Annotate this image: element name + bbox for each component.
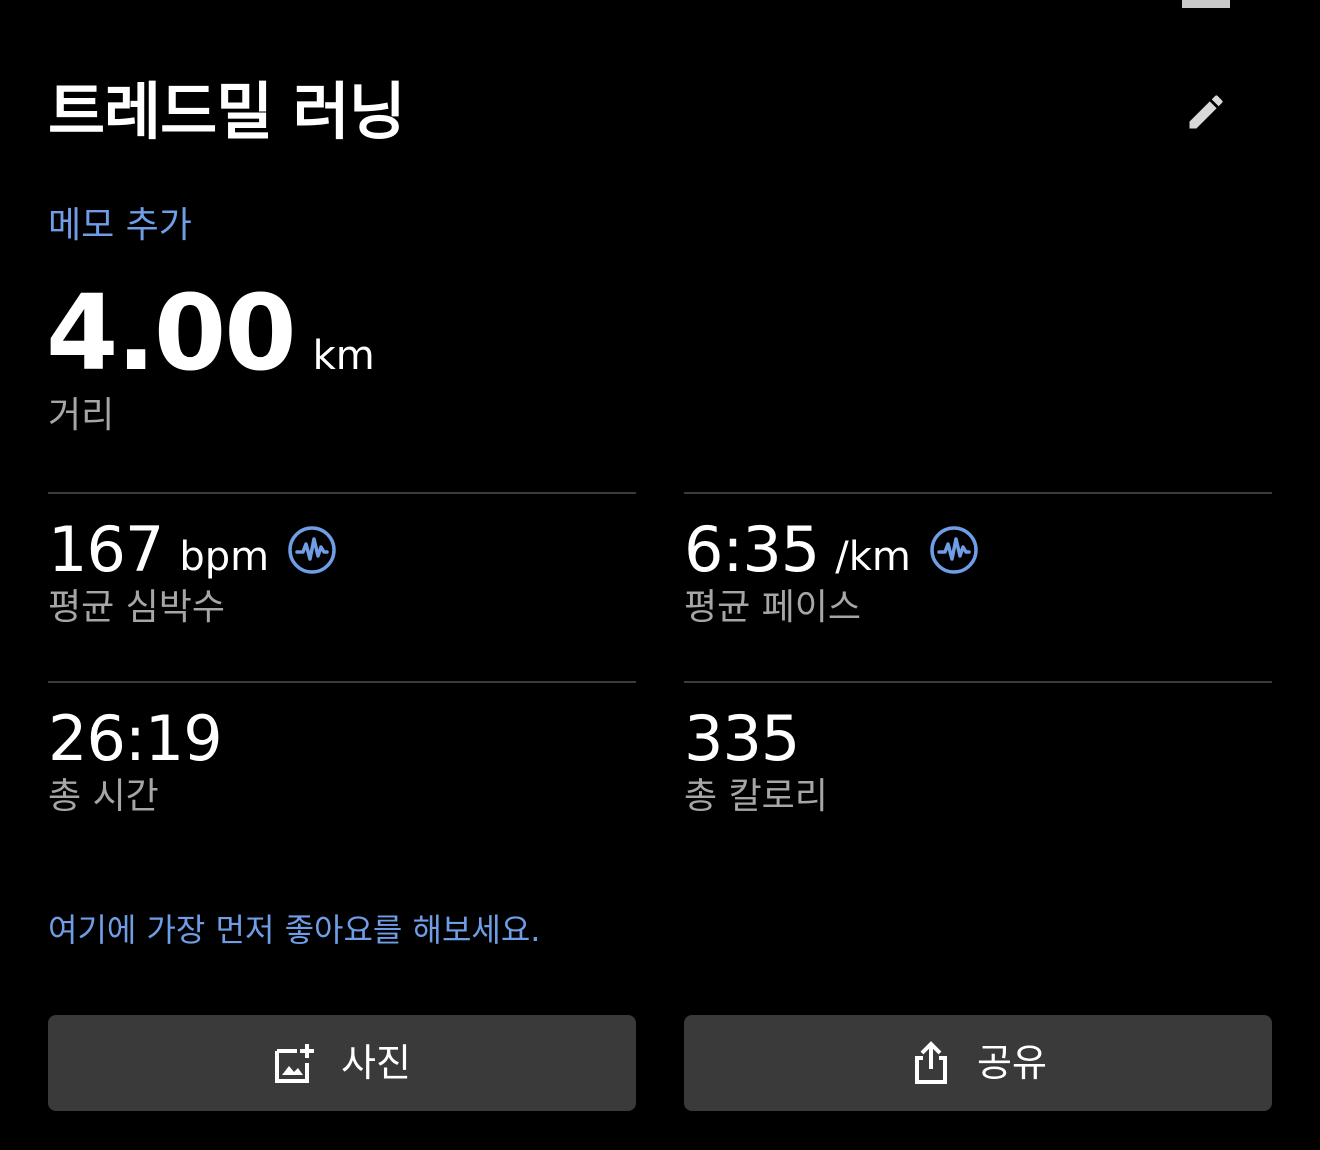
stat-label: 총 시간 <box>48 776 159 817</box>
share-icon <box>909 1041 953 1085</box>
stat-value: 335 <box>684 702 800 775</box>
distance-value: 4.00 <box>46 272 297 394</box>
stat-label: 평균 페이스 <box>684 587 862 628</box>
activity-info-icon[interactable] <box>929 525 979 575</box>
stat-total-time: 26:19 총 시간 <box>48 681 636 819</box>
add-photo-icon <box>273 1041 317 1085</box>
stat-avg-heart-rate: 167 bpm 평균 심박수 <box>48 492 636 630</box>
add-photo-label: 사진 <box>341 1041 411 1085</box>
like-prompt-link[interactable]: 여기에 가장 먼저 좋아요를 해보세요. <box>48 910 540 950</box>
stat-label: 총 칼로리 <box>684 776 828 817</box>
add-photo-button[interactable]: 사진 <box>48 1015 636 1111</box>
stat-unit: /km <box>835 534 911 580</box>
stat-label: 평균 심박수 <box>48 587 226 628</box>
pencil-icon <box>1189 95 1223 129</box>
scroll-indicator <box>1182 0 1230 8</box>
workout-title: 트레드밀 러닝 <box>48 75 406 148</box>
share-button[interactable]: 공유 <box>684 1015 1272 1111</box>
stat-total-calories: 335 총 칼로리 <box>684 681 1272 819</box>
stat-value: 167 <box>48 513 164 586</box>
distance-display: 4.00 km <box>46 278 375 388</box>
stat-unit: bpm <box>179 534 270 580</box>
distance-unit: km <box>312 333 375 379</box>
add-memo-link[interactable]: 메모 추가 <box>48 204 192 248</box>
stat-value: 26:19 <box>48 702 223 775</box>
activity-info-icon[interactable] <box>287 525 337 575</box>
stat-value: 6:35 <box>684 513 820 586</box>
share-label: 공유 <box>977 1041 1047 1085</box>
distance-label: 거리 <box>48 395 115 436</box>
edit-button[interactable] <box>1176 82 1236 142</box>
stat-avg-pace: 6:35 /km 평균 페이스 <box>684 492 1272 630</box>
